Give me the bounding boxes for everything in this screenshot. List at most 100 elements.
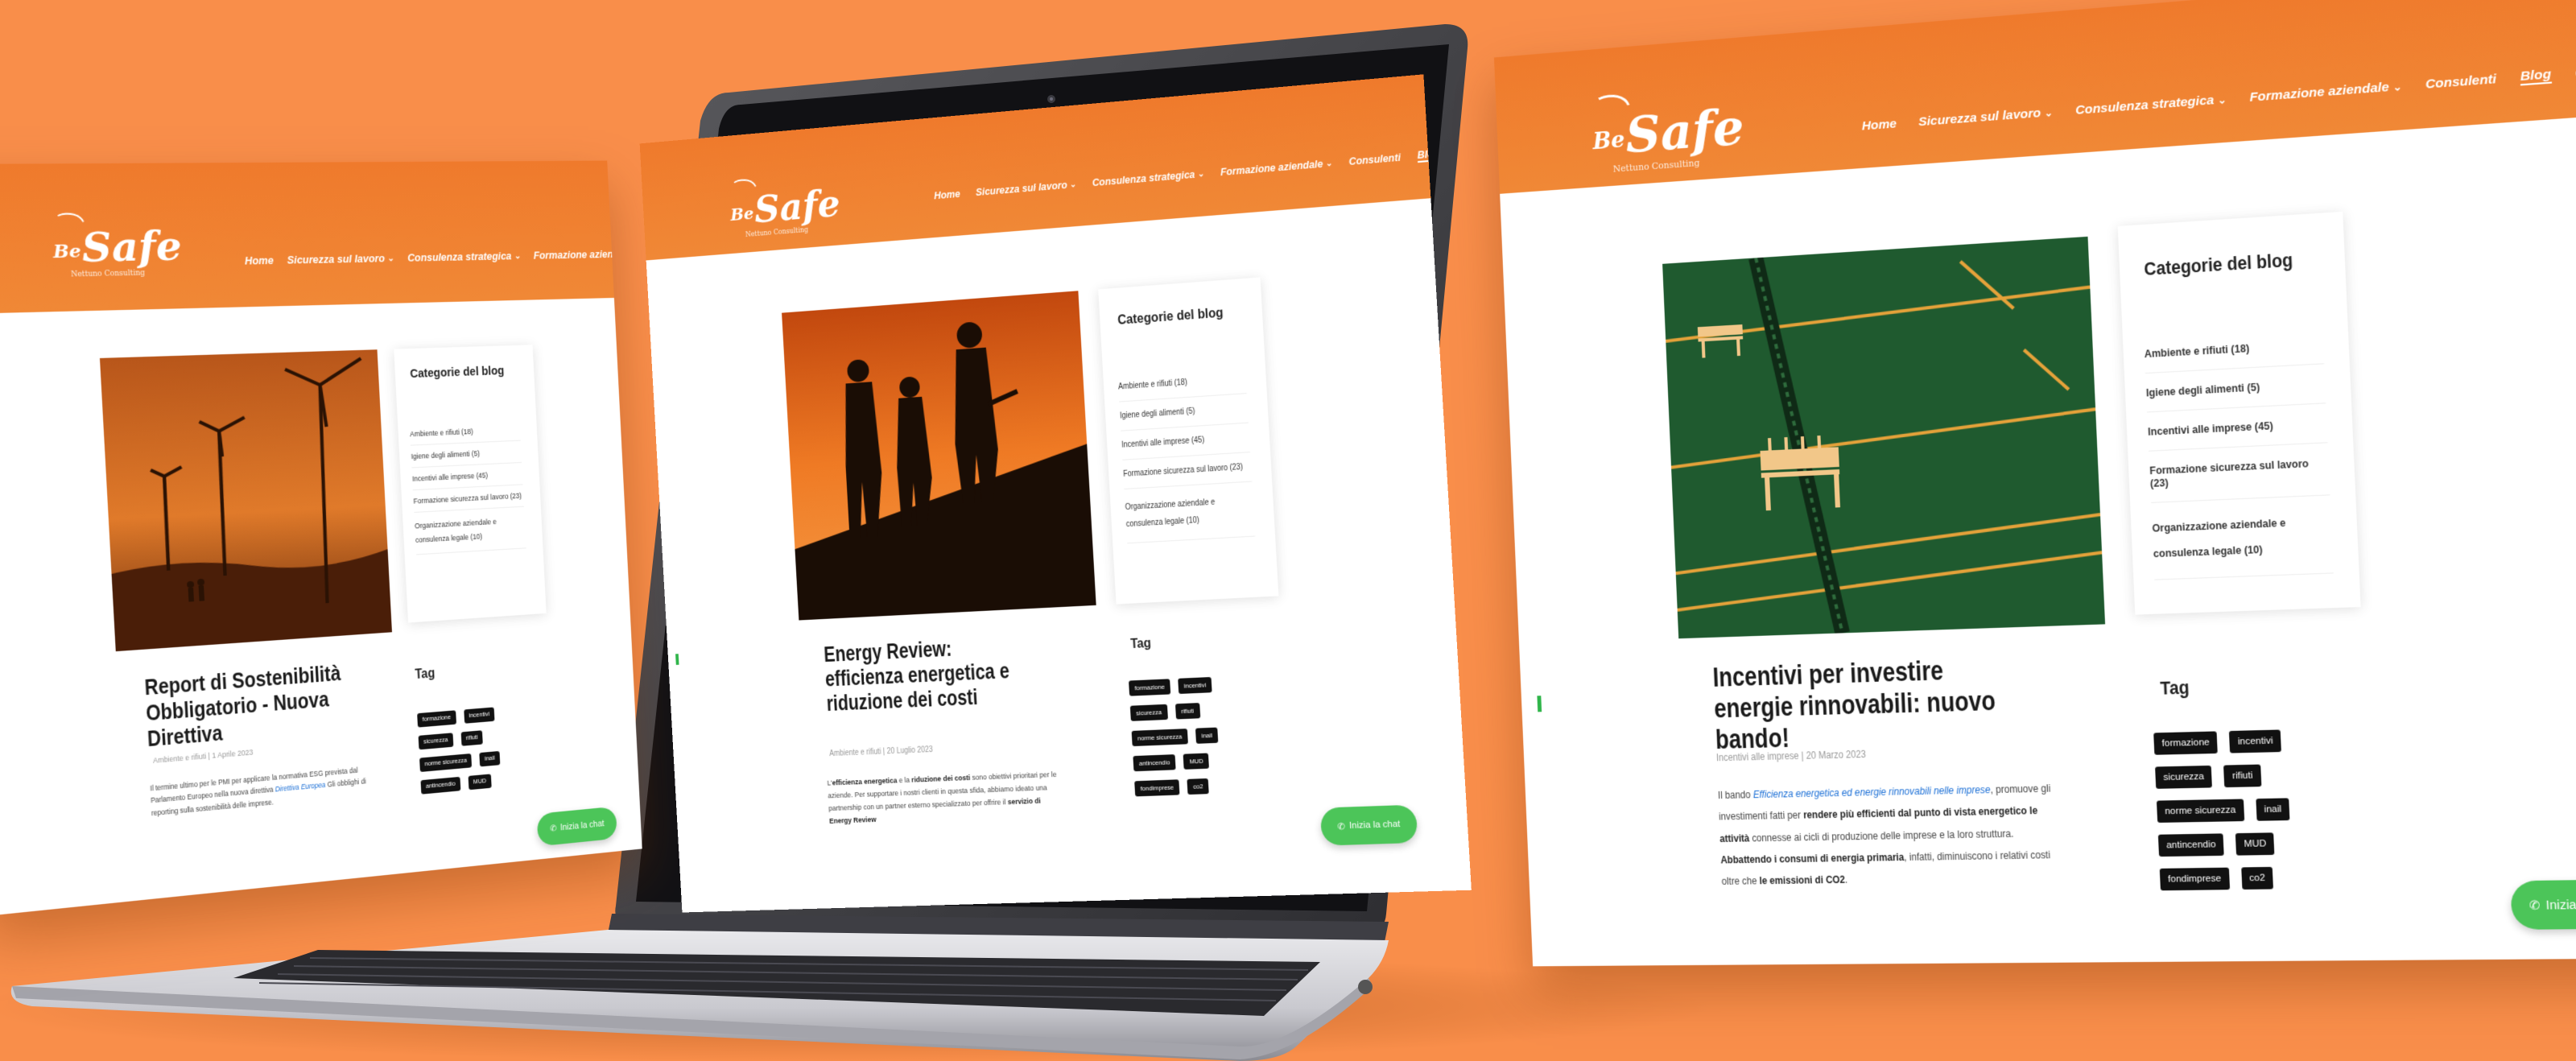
tag-chip[interactable]: sicurezza	[418, 733, 453, 750]
tag-chip[interactable]: norme sicurezza	[2156, 799, 2244, 823]
chevron-down-icon: ⌄	[1069, 180, 1077, 190]
category-link[interactable]: Organizzazione aziendale e consulenza le…	[1124, 481, 1256, 544]
tag-chip[interactable]: sicurezza	[2155, 765, 2213, 789]
tag-chip[interactable]: incentivi	[2229, 729, 2282, 753]
post-image-tennis-court[interactable]	[1662, 236, 2106, 639]
tag-chip[interactable]: incentivi	[463, 707, 495, 724]
tag-chip[interactable]: co2	[2240, 866, 2274, 890]
center-blog-page: BeSafe Nettuno Consulting Home Sicurezza…	[639, 74, 1472, 913]
category-link[interactable]: Formazione sicurezza sul lavoro (23)	[2149, 443, 2330, 503]
tag-chip[interactable]: MUD	[2235, 832, 2275, 856]
nav-consulenti[interactable]: Consulenti	[1348, 151, 1401, 167]
chat-button[interactable]: ✆Inizia la chat	[1319, 804, 1418, 846]
tag-title: Tag	[415, 666, 436, 683]
whatsapp-icon: ✆	[549, 824, 557, 834]
post-title[interactable]: Incentivi per investire energie rinnovab…	[1712, 652, 2031, 755]
nav-sicurezza[interactable]: Sicurezza sul lavoro ⌄	[976, 179, 1077, 198]
post-image-workers-silhouette[interactable]	[782, 291, 1096, 621]
chevron-down-icon: ⌄	[2217, 93, 2227, 106]
site-header: BeSafe Nettuno Consulting Home Sicurezza…	[1493, 0, 2576, 194]
chat-button[interactable]: ✆Inizia la chat	[2510, 879, 2576, 930]
nav-blog[interactable]: Blog	[1417, 147, 1441, 163]
nav-consulenza[interactable]: Consulenza strategica ⌄	[2075, 92, 2227, 118]
tag-chip[interactable]: antincendio	[420, 776, 461, 795]
post-excerpt: L'efficienza energetica e la riduzione d…	[827, 770, 1057, 827]
tag-cloud: formazione incentivi sicurezza rifiuti n…	[1129, 675, 1249, 797]
post-category[interactable]: Incentivi alle imprese	[1716, 750, 1799, 764]
post-title[interactable]: Report di Sostenibilità Obbligatorio - N…	[144, 660, 361, 753]
categories-title: Categorie del blog	[1117, 304, 1224, 328]
post-title[interactable]: Energy Review: efficienza energetica e r…	[824, 634, 1026, 717]
nav-formazione[interactable]: Formazione aziendale ⌄	[533, 248, 642, 261]
nav-blog[interactable]: Blog	[2520, 67, 2552, 86]
tag-chip[interactable]: antincendio	[1133, 754, 1176, 772]
categories-list: Ambiente e rifiuti (18) Igiene degli ali…	[1117, 363, 1269, 544]
tag-chip[interactable]: formazione	[1129, 679, 1171, 696]
post-meta: Ambiente e rifiuti | 20 Luglio 2023	[829, 745, 934, 759]
nav-consulenza[interactable]: Consulenza strategica ⌄	[1092, 168, 1204, 189]
tag-chip[interactable]: inail	[2256, 798, 2290, 821]
post-excerpt: Il bando Efficienza energetica ed energi…	[1717, 782, 2051, 887]
main-nav: Home Sicurezza sul lavoro ⌄ Consulenza st…	[245, 245, 642, 268]
tag-chip[interactable]: formazione	[2153, 731, 2219, 755]
tag-chip[interactable]: fondimprese	[1134, 779, 1180, 797]
nav-formazione[interactable]: Formazione aziendale ⌄	[1220, 158, 1333, 179]
post-link[interactable]: Direttiva Europea	[275, 781, 326, 794]
post-category[interactable]: Ambiente e rifiuti	[829, 748, 881, 758]
site-logo[interactable]: BeSafe Nettuno Consulting	[1591, 86, 1746, 176]
tag-chip[interactable]: co2	[1187, 778, 1210, 795]
tag-cloud: formazione incentivi sicurezza rifiuti n…	[2153, 729, 2338, 891]
right-blog-page: BeSafe Nettuno Consulting Home Sicurezza…	[1493, 0, 2576, 967]
categories-title: Categorie del blog	[2143, 249, 2293, 280]
tag-chip[interactable]: rifiuti	[2223, 764, 2262, 788]
chevron-down-icon: ⌄	[1197, 169, 1205, 180]
nav-contatti[interactable]: Contatti	[1456, 144, 1472, 159]
nav-home[interactable]: Home	[1861, 117, 1897, 134]
site-header: BeSafe Nettuno Consulting Home Sicurezza…	[0, 160, 641, 315]
tag-chip[interactable]: inail	[479, 750, 501, 767]
nav-formazione[interactable]: Formazione aziendale ⌄	[2249, 79, 2402, 105]
site-logo[interactable]: BeSafe Nettuno Consulting	[729, 173, 842, 240]
chevron-down-icon: ⌄	[387, 254, 394, 263]
site-header: BeSafe Nettuno Consulting Home Sicurezza…	[639, 74, 1472, 261]
chevron-down-icon: ⌄	[634, 249, 642, 258]
post-date: 20 Luglio 2023	[886, 745, 934, 757]
tag-chip[interactable]: rifiuti	[460, 730, 484, 746]
post-image-wind-turbines[interactable]	[99, 349, 392, 652]
chat-button[interactable]: ✆Inizia la chat	[536, 806, 617, 847]
left-blog-page: BeSafe Nettuno Consulting Home Sicurezza…	[0, 160, 642, 917]
side-marker	[675, 654, 679, 665]
category-link[interactable]: Organizzazione aziendale e consulenza le…	[414, 506, 526, 555]
tag-chip[interactable]: norme sicurezza	[419, 753, 473, 773]
categories-title: Categorie del blog	[409, 363, 505, 382]
tag-chip[interactable]: rifiuti	[1174, 703, 1200, 720]
chevron-down-icon: ⌄	[2044, 106, 2054, 119]
nav-consulenza[interactable]: Consulenza strategica ⌄	[407, 250, 521, 264]
nav-home[interactable]: Home	[934, 188, 960, 202]
categories-list: Ambiente e rifiuti (18) Igiene degli ali…	[2143, 324, 2354, 580]
nav-consulenti[interactable]: Consulenti	[2425, 72, 2497, 92]
nav-sicurezza[interactable]: Sicurezza sul lavoro ⌄	[1918, 105, 2054, 130]
tag-chip[interactable]: antincendio	[2157, 833, 2225, 857]
post-date: 20 Marzo 2023	[1806, 748, 1867, 762]
nav-home[interactable]: Home	[245, 254, 275, 266]
main-nav: Home Sicurezza sul lavoro ⌄ Consulenza st…	[934, 143, 1472, 203]
tag-chip[interactable]: norme sicurezza	[1131, 729, 1188, 747]
tag-chip[interactable]: MUD	[468, 774, 492, 791]
nav-sicurezza[interactable]: Sicurezza sul lavoro ⌄	[287, 253, 394, 266]
main-nav: Home Sicurezza sul lavoro ⌄ Consulenza st…	[1861, 61, 2576, 134]
tag-chip[interactable]: MUD	[1183, 753, 1210, 770]
tag-chip[interactable]: inail	[1195, 727, 1219, 744]
tag-chip[interactable]: incentivi	[1178, 676, 1212, 695]
post-link[interactable]: Efficienza energetica ed energie rinnova…	[1752, 784, 1990, 801]
category-link[interactable]: Organizzazione aziendale e consulenza le…	[2151, 495, 2334, 580]
site-logo[interactable]: BeSafe Nettuno Consulting	[52, 207, 184, 279]
whatsapp-icon: ✆	[2529, 897, 2541, 912]
chevron-down-icon: ⌄	[2392, 80, 2403, 93]
whatsapp-icon: ✆	[1337, 821, 1346, 832]
post-category[interactable]: Ambiente e rifiuti	[153, 752, 207, 765]
categories-card: Categorie del blog Ambiente e rifiuti (1…	[394, 345, 547, 623]
tag-chip[interactable]: formazione	[417, 710, 456, 728]
tag-chip[interactable]: sicurezza	[1129, 704, 1168, 721]
tag-chip[interactable]: fondimprese	[2159, 867, 2230, 891]
